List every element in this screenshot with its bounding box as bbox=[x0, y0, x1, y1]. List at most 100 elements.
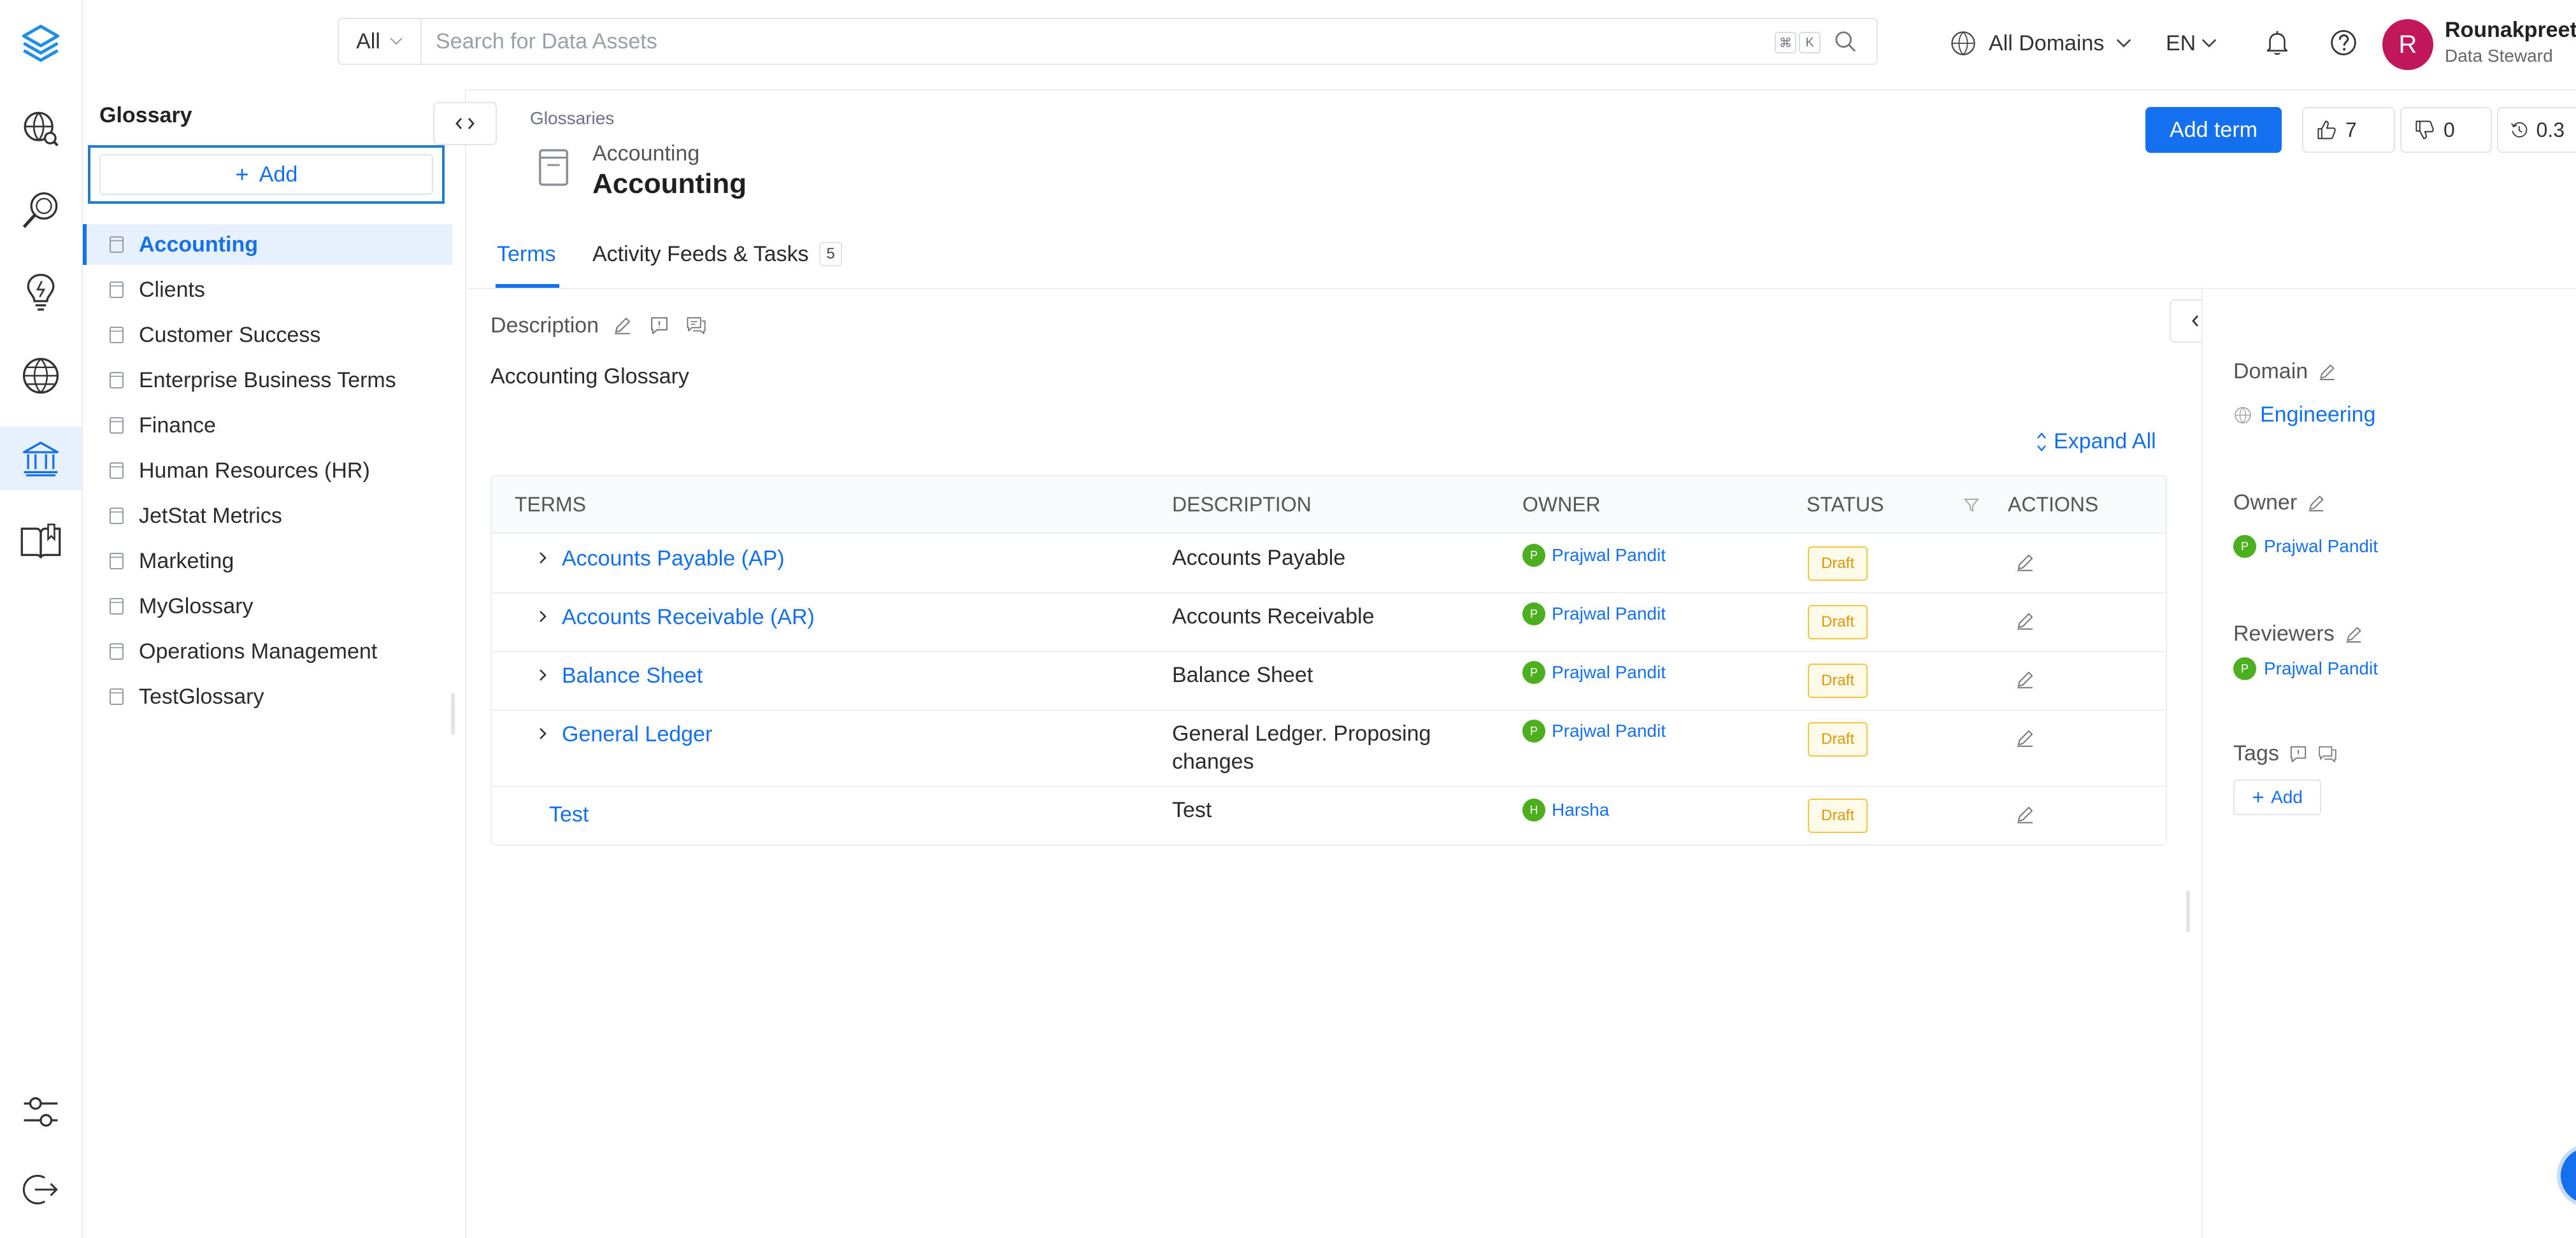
edit-domain-icon[interactable] bbox=[2317, 362, 2337, 382]
filter-icon[interactable] bbox=[1963, 497, 1980, 513]
domains-nav[interactable] bbox=[0, 344, 82, 408]
domains-icon bbox=[22, 357, 59, 394]
breadcrumb[interactable]: Glossaries bbox=[530, 108, 614, 129]
term-name-link[interactable]: Accounts Receivable (AR) bbox=[562, 605, 815, 630]
global-search[interactable]: All Search for Data Assets ⌘ K bbox=[338, 18, 1878, 65]
panel-resize-handle[interactable] bbox=[451, 693, 455, 735]
glossary-item[interactable]: Accounting bbox=[83, 224, 452, 265]
user-avatar[interactable]: R bbox=[2382, 19, 2433, 70]
domain-label: Domain bbox=[2233, 359, 2308, 383]
glossary-item[interactable]: Clients bbox=[83, 269, 452, 310]
settings-nav[interactable] bbox=[0, 1080, 82, 1144]
search-input[interactable]: Search for Data Assets bbox=[436, 19, 657, 64]
glossary-item[interactable]: MyGlossary bbox=[83, 586, 452, 627]
owner-avatar: P bbox=[1522, 544, 1545, 567]
glossary-item[interactable]: Operations Management bbox=[83, 631, 452, 672]
expand-row-toggle[interactable] bbox=[538, 550, 548, 566]
chevron-right-icon[interactable] bbox=[538, 726, 548, 741]
help-icon[interactable] bbox=[2329, 28, 2358, 57]
knowledge-center-nav[interactable] bbox=[0, 509, 82, 573]
glossary-item-label: Enterprise Business Terms bbox=[139, 367, 396, 392]
comment-icon[interactable] bbox=[685, 315, 707, 336]
term-owner[interactable]: P Prajwal Pandit bbox=[1522, 661, 1666, 684]
language-selector[interactable]: EN bbox=[2166, 23, 2217, 64]
add-term-button[interactable]: Add term bbox=[2145, 107, 2282, 153]
reviewer-value[interactable]: P Prajwal Pandit bbox=[2233, 657, 2378, 680]
term-owner[interactable]: H Harsha bbox=[1522, 799, 1609, 822]
glossary-item-icon bbox=[110, 508, 124, 524]
tab-terms[interactable]: Terms bbox=[497, 242, 556, 267]
user-name[interactable]: Rounakpreet. bbox=[2445, 18, 2576, 43]
logout-nav[interactable] bbox=[0, 1158, 82, 1221]
tab-activity-feeds[interactable]: Activity Feeds & Tasks bbox=[592, 242, 809, 267]
glossary-panel: Glossary Add Accounting Clients Customer S… bbox=[83, 89, 466, 1238]
reviewer-avatar: P bbox=[2233, 657, 2256, 680]
add-tag-button[interactable]: Add bbox=[2233, 779, 2321, 815]
data-quality-nav[interactable] bbox=[0, 178, 82, 242]
col-header-actions: Actions bbox=[2008, 493, 2099, 516]
glossary-item-icon bbox=[110, 643, 124, 660]
expand-row-toggle[interactable] bbox=[538, 726, 548, 741]
reviewers-label: Reviewers bbox=[2233, 622, 2335, 646]
domain-selector[interactable]: All Domains bbox=[1949, 23, 2132, 64]
request-description-icon[interactable] bbox=[648, 315, 670, 336]
downvote-button[interactable]: 0 bbox=[2400, 107, 2492, 153]
term-owner[interactable]: P Prajwal Pandit bbox=[1522, 544, 1666, 567]
details-resize-handle[interactable] bbox=[2186, 890, 2190, 932]
glossary-item[interactable]: TestGlossary bbox=[83, 676, 452, 717]
glossary-item[interactable]: JetStat Metrics bbox=[83, 495, 452, 536]
edit-term-icon[interactable] bbox=[2014, 804, 2036, 825]
glossary-item[interactable]: Customer Success bbox=[83, 315, 452, 355]
insights-icon bbox=[27, 273, 55, 311]
governance-nav[interactable] bbox=[0, 427, 82, 490]
edit-term-icon[interactable] bbox=[2014, 551, 2036, 573]
glossary-item[interactable]: Enterprise Business Terms bbox=[83, 360, 452, 401]
explore-nav[interactable] bbox=[0, 97, 82, 160]
expand-row-toggle[interactable] bbox=[538, 609, 548, 624]
term-owner[interactable]: P Prajwal Pandit bbox=[1522, 720, 1666, 743]
glossary-item[interactable]: Finance bbox=[83, 405, 452, 446]
search-scope-select[interactable]: All bbox=[339, 19, 422, 64]
domain-value[interactable]: Engineering bbox=[2233, 402, 2375, 427]
version-button[interactable]: 0.3 bbox=[2497, 107, 2576, 153]
col-header-owner: Owner bbox=[1522, 493, 1601, 516]
tags-comment-icon[interactable] bbox=[2317, 744, 2338, 764]
app-logo[interactable] bbox=[0, 11, 82, 75]
upvote-button[interactable]: 7 bbox=[2302, 107, 2395, 153]
logout-icon bbox=[22, 1174, 58, 1205]
edit-term-icon[interactable] bbox=[2014, 727, 2036, 749]
expand-all-button[interactable]: Expand All bbox=[2036, 429, 2156, 454]
edit-reviewers-icon[interactable] bbox=[2343, 624, 2364, 644]
glossary-panel-toggle[interactable] bbox=[433, 102, 497, 145]
term-name-link[interactable]: Test bbox=[549, 802, 589, 827]
chevron-right-icon[interactable] bbox=[538, 667, 548, 683]
edit-description-icon[interactable] bbox=[612, 315, 633, 336]
shortcut-k-key: K bbox=[1799, 32, 1821, 53]
term-name-link[interactable]: Accounts Payable (AP) bbox=[562, 546, 785, 571]
search-icon[interactable] bbox=[1833, 29, 1857, 53]
add-glossary-button[interactable]: Add bbox=[99, 154, 433, 195]
chevron-right-icon[interactable] bbox=[538, 550, 548, 566]
top-header: All Search for Data Assets ⌘ K All Domai… bbox=[83, 0, 2576, 90]
term-owner[interactable]: P Prajwal Pandit bbox=[1522, 602, 1666, 625]
edit-term-icon[interactable] bbox=[2014, 610, 2036, 632]
glossary-item[interactable]: Marketing bbox=[83, 541, 452, 581]
table-row: General Ledger General Ledger. Proposing … bbox=[492, 709, 2166, 787]
term-name-link[interactable]: General Ledger bbox=[562, 722, 712, 747]
bell-icon[interactable] bbox=[2263, 28, 2292, 57]
expand-row-toggle[interactable] bbox=[538, 667, 548, 683]
col-header-terms: Terms bbox=[515, 493, 586, 516]
description-text: Accounting Glossary bbox=[490, 364, 689, 388]
insights-nav[interactable] bbox=[0, 260, 82, 324]
plus-icon bbox=[2253, 792, 2264, 802]
status-badge: Draft bbox=[1808, 664, 1868, 698]
glossary-item[interactable]: Human Resources (HR) bbox=[83, 450, 452, 491]
owner-value[interactable]: P Prajwal Pandit bbox=[2233, 535, 2378, 558]
chevron-right-icon[interactable] bbox=[538, 609, 548, 624]
edit-owner-icon[interactable] bbox=[2306, 493, 2326, 513]
term-name-link[interactable]: Balance Sheet bbox=[562, 664, 703, 688]
glossary-icon bbox=[539, 149, 568, 186]
request-tags-icon[interactable] bbox=[2288, 744, 2308, 764]
app-logo-icon bbox=[22, 24, 60, 62]
edit-term-icon[interactable] bbox=[2014, 669, 2036, 690]
